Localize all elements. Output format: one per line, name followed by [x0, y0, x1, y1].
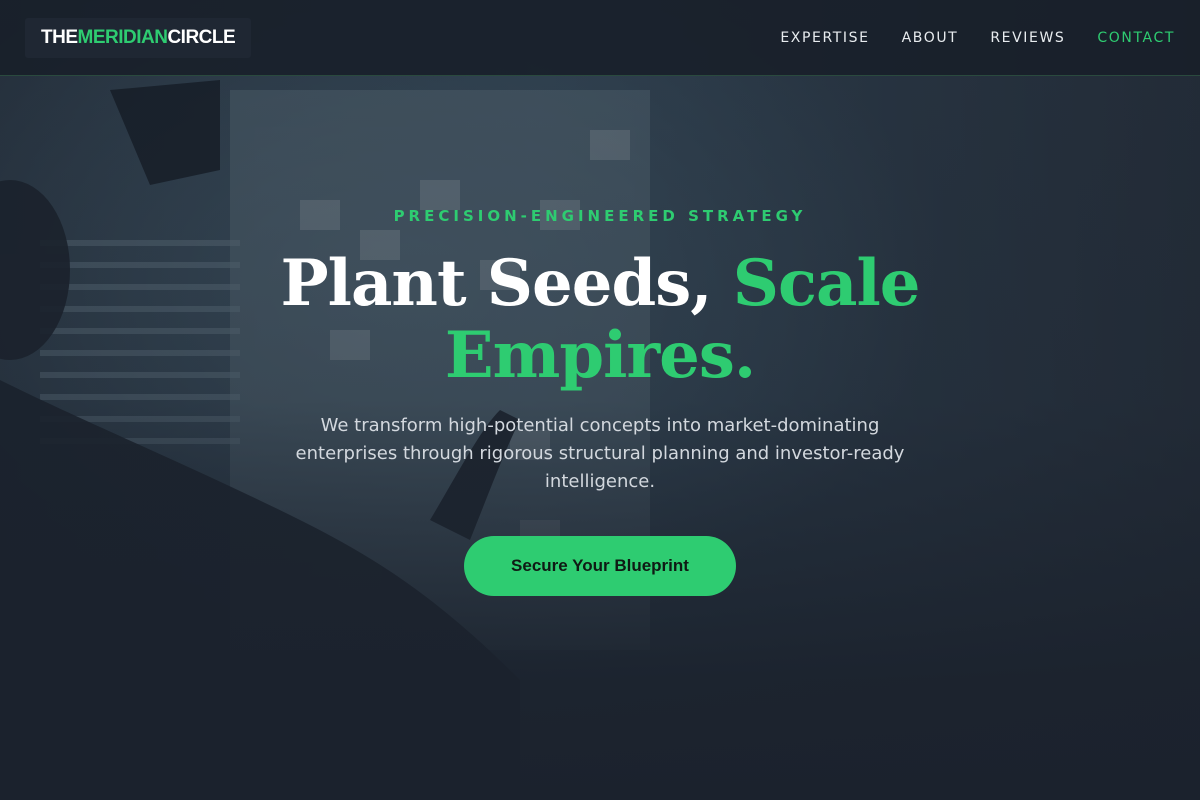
brand-name-part1: THE	[41, 27, 78, 48]
nav-link-reviews[interactable]: REVIEWS	[990, 30, 1065, 46]
hero-subtext: We transform high-potential concepts int…	[295, 415, 905, 492]
landing-page: THE MERIDIAN CIRCLE EXPERTISE ABOUT REVI…	[0, 0, 1200, 800]
brand-logo[interactable]: THE MERIDIAN CIRCLE	[25, 18, 252, 58]
nav-link-about[interactable]: ABOUT	[902, 30, 959, 46]
nav-link-contact[interactable]: CONTACT	[1097, 30, 1175, 46]
main-nav: EXPERTISE ABOUT REVIEWS CONTACT	[748, 0, 1175, 76]
brand-name-accent: MERIDIAN	[77, 27, 168, 48]
hero-headline: Plant Seeds, Scale Empires.	[250, 248, 950, 392]
nav-link-expertise[interactable]: EXPERTISE	[780, 30, 869, 46]
hero-section: PRECISION-ENGINEERED STRATEGY Plant Seed…	[0, 76, 1200, 800]
headline-plain: Plant Seeds,	[280, 246, 733, 321]
secure-blueprint-button[interactable]: Secure Your Blueprint	[464, 536, 736, 596]
navbar: THE MERIDIAN CIRCLE EXPERTISE ABOUT REVI…	[0, 0, 1200, 76]
hero-eyebrow: PRECISION-ENGINEERED STRATEGY	[393, 207, 807, 225]
brand-name-part2: CIRCLE	[167, 27, 236, 48]
